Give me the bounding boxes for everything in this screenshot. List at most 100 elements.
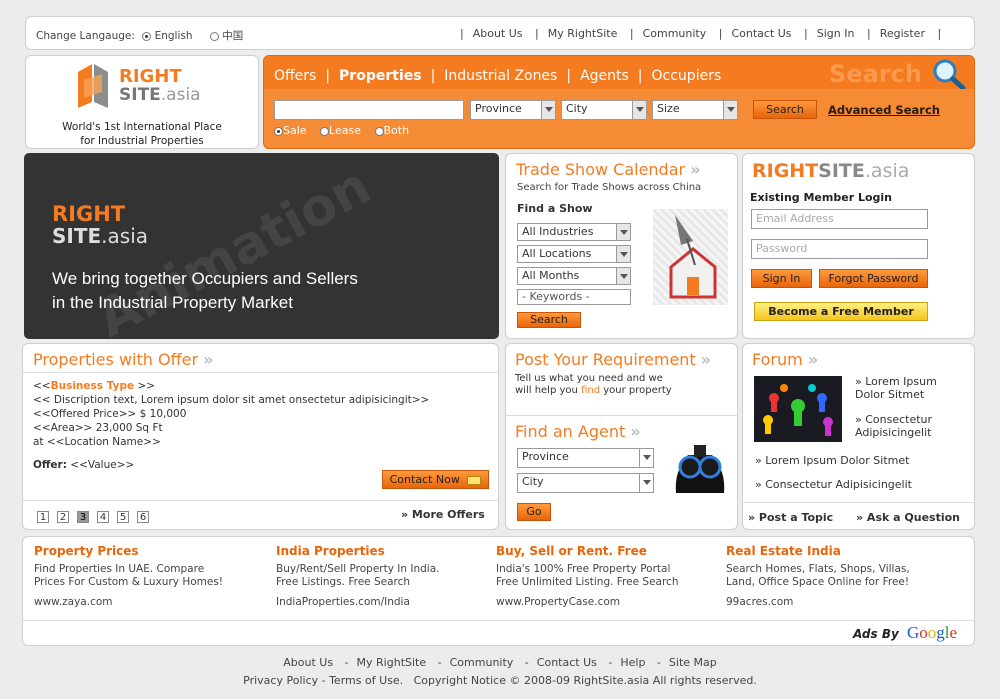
hero-logo: RIGHT SITE.asia [52,203,148,247]
google-letter: o [927,623,937,642]
province-select-label: Province [475,102,522,115]
requirement-title[interactable]: Post Your Requirement » [515,350,711,369]
search-button[interactable]: Search [753,100,817,119]
post-topic-link[interactable]: » Post a Topic [748,511,833,524]
email-field[interactable]: Email Address [751,209,928,229]
ask-question-link[interactable]: » Ask a Question [856,511,960,524]
sale-label[interactable]: Sale [283,124,307,137]
sign-in-button[interactable]: Sign In [751,269,812,288]
nav-offers[interactable]: Offers [274,68,316,84]
industries-select[interactable]: All Industries [517,223,631,241]
ad-2[interactable]: India Properties Buy/Rent/Sell Property … [276,544,491,608]
page-1[interactable]: 1 [37,511,49,523]
password-field[interactable]: Password [751,239,928,259]
topnav-contact-us[interactable]: Contact Us [731,27,791,40]
search-input[interactable] [274,100,464,120]
page-3[interactable]: 3 [77,511,89,523]
footer-contact-us[interactable]: Contact Us [537,656,597,669]
ad-1[interactable]: Property Prices Find Properties In UAE. … [34,544,264,608]
nav-occupiers[interactable]: Occupiers [652,68,722,84]
both-label[interactable]: Both [384,124,410,137]
logo-mark[interactable] [76,62,116,110]
ad-line: Free Listings. Free Search [276,576,411,588]
ad-title[interactable]: Buy, Sell or Rent. Free [496,544,721,558]
size-select-label: Size [657,102,680,115]
footer-about-us[interactable]: About Us [283,656,333,669]
lease-radio[interactable] [320,126,330,136]
ad-4[interactable]: Real Estate India Search Homes, Flats, S… [726,544,966,608]
forum-item[interactable]: » Lorem Ipsum Dolor Sitmet [855,375,965,401]
ad-title[interactable]: Real Estate India [726,544,966,558]
forgot-password-button[interactable]: Forgot Password [819,269,928,288]
topnav-about-us[interactable]: About Us [473,27,523,40]
chinese-label[interactable]: 中国 [222,30,243,42]
ad-line: Free Unlimited Listing. Free Search [496,576,679,588]
main-nav: Offers | Properties | Industrial Zones | Agent… [274,68,722,84]
ad-url[interactable]: www.zaya.com [34,596,264,608]
advanced-search-link[interactable]: Advanced Search [828,103,940,117]
requirement-text: Tell us what you need and we will help y… [515,373,672,397]
offers-title[interactable]: Properties with Offer » [33,350,213,369]
province-select[interactable]: Province [470,100,556,120]
find-agent-title[interactable]: Find an Agent » [515,422,641,441]
city-select[interactable]: City [561,100,647,120]
offers-divider-bottom [23,500,498,501]
become-member-button[interactable]: Become a Free Member [754,302,928,321]
offer-details: <<Business Type >> << Discription text, … [33,379,429,472]
footer-my-rightsite[interactable]: My RightSite [357,656,427,669]
english-radio[interactable] [142,31,152,41]
locations-select[interactable]: All Locations [517,245,631,263]
topnav-my-rightsite[interactable]: My RightSite [548,27,618,40]
nav-industrial-zones[interactable]: Industrial Zones [444,68,557,84]
nav-properties[interactable]: Properties [339,68,422,84]
agent-city-select[interactable]: City [517,473,654,493]
trade-show-title[interactable]: Trade Show Calendar » [516,160,701,179]
topnav-register[interactable]: Register [880,27,925,40]
offer-location: at <<Location Name>> [33,436,161,448]
ads-by-google[interactable]: Ads By Google [853,623,957,643]
ad-title[interactable]: Property Prices [34,544,264,558]
footer-community[interactable]: Community [450,656,514,669]
tagline: World's 1st International Place for Indu… [26,120,258,148]
footer-help[interactable]: Help [620,656,645,669]
forum-item[interactable]: » Lorem Ipsum Dolor Sitmet [755,454,909,467]
requirement-find: find [581,385,601,396]
agent-province-select[interactable]: Province [517,448,654,468]
ad-url[interactable]: IndiaProperties.com/India [276,596,491,608]
tagline-line-2: for Industrial Properties [80,135,204,147]
logo-text[interactable]: RIGHT SITE.asia [119,68,201,105]
page-6[interactable]: 6 [137,511,149,523]
more-offers-link[interactable]: » More Offers [401,508,485,521]
nav-agents[interactable]: Agents [580,68,629,84]
ad-url[interactable]: 99acres.com [726,596,966,608]
trade-show-search-button[interactable]: Search [517,312,581,328]
topnav-community[interactable]: Community [643,27,707,40]
agent-go-button[interactable]: Go [517,503,551,521]
top-nav: | About Us | My RightSite | Community | Cont… [460,27,942,40]
forum-item[interactable]: » Consectetur Adipisicingelit [755,478,912,491]
sale-radio[interactable] [274,126,283,136]
page-2[interactable]: 2 [57,511,69,523]
ad-url[interactable]: www.PropertyCase.com [496,596,721,608]
forum-title[interactable]: Forum » [752,350,818,369]
forum-item[interactable]: » Consectetur Adipisicingelit [855,413,965,439]
page-5[interactable]: 5 [117,511,129,523]
topnav-sign-in[interactable]: Sign In [817,27,855,40]
forum-divider [743,502,974,503]
chinese-radio[interactable] [209,31,219,41]
size-select[interactable]: Size [652,100,738,120]
months-select[interactable]: All Months [517,267,631,285]
page-4[interactable]: 4 [97,511,109,523]
agent-province-label: Province [522,450,569,463]
both-radio[interactable] [374,126,384,136]
hero-banner[interactable]: Animation RIGHT SITE.asia We bring toget… [24,153,499,339]
search-panel: Offers | Properties | Industrial Zones | Agent… [263,55,975,149]
months-label: All Months [522,269,580,282]
english-label[interactable]: English [155,30,193,42]
footer-site-map[interactable]: Site Map [669,656,717,669]
lease-label[interactable]: Lease [329,124,361,137]
keywords-input[interactable]: - Keywords - [517,289,631,305]
ad-title[interactable]: India Properties [276,544,491,558]
ad-3[interactable]: Buy, Sell or Rent. Free India's 100% Fre… [496,544,721,608]
contact-now-button[interactable]: Contact Now [382,470,489,489]
